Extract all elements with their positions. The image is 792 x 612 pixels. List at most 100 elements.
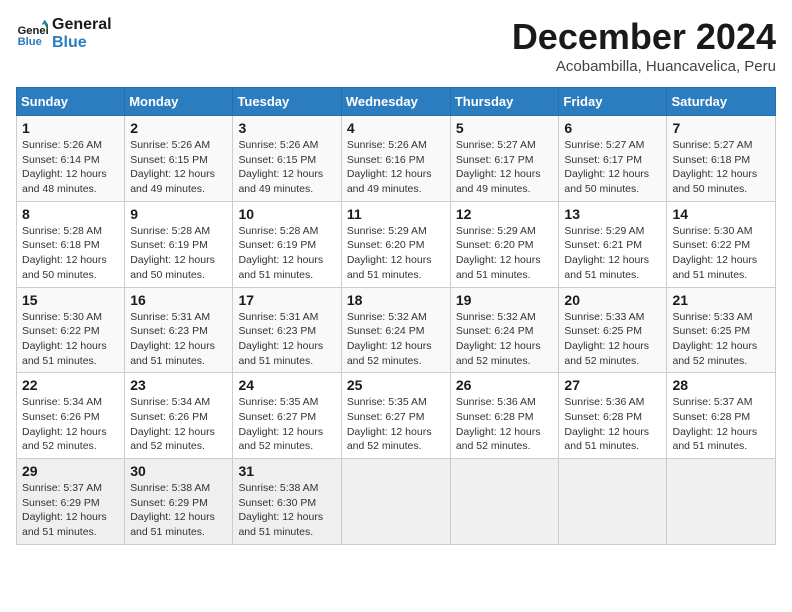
day-info: Sunrise: 5:35 AM Sunset: 6:27 PM Dayligh… [347, 395, 445, 454]
location-subtitle: Acobambilla, Huancavelica, Peru [512, 58, 776, 75]
calendar-cell: 4Sunrise: 5:26 AM Sunset: 6:16 PM Daylig… [341, 116, 450, 202]
day-number: 7 [672, 120, 770, 136]
day-info: Sunrise: 5:36 AM Sunset: 6:28 PM Dayligh… [564, 395, 661, 454]
day-info: Sunrise: 5:26 AM Sunset: 6:15 PM Dayligh… [130, 138, 227, 197]
day-number: 8 [22, 206, 119, 222]
calendar-week-5: 29Sunrise: 5:37 AM Sunset: 6:29 PM Dayli… [17, 459, 776, 545]
day-number: 18 [347, 292, 445, 308]
day-number: 13 [564, 206, 661, 222]
svg-text:Blue: Blue [18, 36, 42, 48]
calendar-cell [341, 459, 450, 545]
day-number: 3 [238, 120, 335, 136]
calendar-cell: 24Sunrise: 5:35 AM Sunset: 6:27 PM Dayli… [233, 373, 341, 459]
logo-icon: General Blue [16, 18, 48, 50]
day-info: Sunrise: 5:38 AM Sunset: 6:30 PM Dayligh… [238, 481, 335, 540]
day-number: 23 [130, 377, 227, 393]
day-number: 9 [130, 206, 227, 222]
calendar-cell: 18 Sunrise: 5:32 AM Sunset: 6:24 PM Dayli… [341, 287, 450, 373]
day-number: 12 [456, 206, 554, 222]
day-info: Sunrise: 5:33 AM Sunset: 6:25 PM Dayligh… [672, 310, 770, 369]
day-number: 1 [22, 120, 119, 136]
calendar-cell: 22Sunrise: 5:34 AM Sunset: 6:26 PM Dayli… [17, 373, 125, 459]
calendar-cell: 30 Sunrise: 5:38 AM Sunset: 6:29 PM Dayli… [125, 459, 233, 545]
day-number: 19 [456, 292, 554, 308]
day-info: Sunrise: 5:32 AM Sunset: 6:24 PM Dayligh… [347, 310, 445, 369]
calendar-table: Sunday Monday Tuesday Wednesday Thursday… [16, 87, 776, 545]
day-info: Sunrise: 5:38 AM Sunset: 6:29 PM Dayligh… [130, 481, 227, 540]
day-number: 31 [238, 463, 335, 479]
logo-line1: General [52, 16, 112, 34]
day-number: 17 [238, 292, 335, 308]
day-info: Sunrise: 5:36 AM Sunset: 6:28 PM Dayligh… [456, 395, 554, 454]
logo-line2: Blue [52, 34, 112, 52]
calendar-cell: 3Sunrise: 5:26 AM Sunset: 6:15 PM Daylig… [233, 116, 341, 202]
day-info: Sunrise: 5:28 AM Sunset: 6:19 PM Dayligh… [130, 224, 227, 283]
calendar-cell: 13Sunrise: 5:29 AM Sunset: 6:21 PM Dayli… [559, 201, 667, 287]
calendar-cell: 7 Sunrise: 5:27 AM Sunset: 6:18 PM Daylig… [667, 116, 776, 202]
day-info: Sunrise: 5:30 AM Sunset: 6:22 PM Dayligh… [672, 224, 770, 283]
day-number: 28 [672, 377, 770, 393]
header-thursday: Thursday [450, 88, 559, 116]
calendar-cell [450, 459, 559, 545]
calendar-cell: 5 Sunrise: 5:27 AM Sunset: 6:17 PM Daylig… [450, 116, 559, 202]
calendar-cell: 21 Sunrise: 5:33 AM Sunset: 6:25 PM Dayli… [667, 287, 776, 373]
day-number: 20 [564, 292, 661, 308]
calendar-cell: 2 Sunrise: 5:26 AM Sunset: 6:15 PM Daylig… [125, 116, 233, 202]
day-number: 26 [456, 377, 554, 393]
day-info: Sunrise: 5:34 AM Sunset: 6:26 PM Dayligh… [130, 395, 227, 454]
day-number: 6 [564, 120, 661, 136]
header-saturday: Saturday [667, 88, 776, 116]
day-info: Sunrise: 5:29 AM Sunset: 6:20 PM Dayligh… [456, 224, 554, 283]
page-header: General Blue General Blue December 2024 … [16, 16, 776, 75]
day-info: Sunrise: 5:27 AM Sunset: 6:18 PM Dayligh… [672, 138, 770, 197]
calendar-cell: 27 Sunrise: 5:36 AM Sunset: 6:28 PM Dayli… [559, 373, 667, 459]
calendar-cell: 14 Sunrise: 5:30 AM Sunset: 6:22 PM Dayli… [667, 201, 776, 287]
month-title: December 2024 [512, 16, 776, 58]
calendar-cell: 16Sunrise: 5:31 AM Sunset: 6:23 PM Dayli… [125, 287, 233, 373]
calendar-week-1: 1 Sunrise: 5:26 AM Sunset: 6:14 PM Daylig… [17, 116, 776, 202]
day-number: 4 [347, 120, 445, 136]
day-number: 24 [238, 377, 335, 393]
title-block: December 2024 Acobambilla, Huancavelica,… [512, 16, 776, 75]
day-info: Sunrise: 5:34 AM Sunset: 6:26 PM Dayligh… [22, 395, 119, 454]
calendar-week-2: 8 Sunrise: 5:28 AM Sunset: 6:18 PM Daylig… [17, 201, 776, 287]
day-number: 2 [130, 120, 227, 136]
calendar-cell: 12 Sunrise: 5:29 AM Sunset: 6:20 PM Dayli… [450, 201, 559, 287]
calendar-cell: 6 Sunrise: 5:27 AM Sunset: 6:17 PM Daylig… [559, 116, 667, 202]
calendar-cell [559, 459, 667, 545]
day-info: Sunrise: 5:28 AM Sunset: 6:18 PM Dayligh… [22, 224, 119, 283]
calendar-week-4: 22Sunrise: 5:34 AM Sunset: 6:26 PM Dayli… [17, 373, 776, 459]
calendar-cell: 10 Sunrise: 5:28 AM Sunset: 6:19 PM Dayli… [233, 201, 341, 287]
day-number: 5 [456, 120, 554, 136]
header-friday: Friday [559, 88, 667, 116]
day-number: 14 [672, 206, 770, 222]
day-number: 27 [564, 377, 661, 393]
day-number: 11 [347, 206, 445, 222]
day-info: Sunrise: 5:29 AM Sunset: 6:20 PM Dayligh… [347, 224, 445, 283]
day-info: Sunrise: 5:28 AM Sunset: 6:19 PM Dayligh… [238, 224, 335, 283]
day-number: 30 [130, 463, 227, 479]
day-info: Sunrise: 5:32 AM Sunset: 6:24 PM Dayligh… [456, 310, 554, 369]
day-info: Sunrise: 5:33 AM Sunset: 6:25 PM Dayligh… [564, 310, 661, 369]
day-number: 25 [347, 377, 445, 393]
calendar-cell: 29Sunrise: 5:37 AM Sunset: 6:29 PM Dayli… [17, 459, 125, 545]
day-number: 16 [130, 292, 227, 308]
calendar-week-3: 15Sunrise: 5:30 AM Sunset: 6:22 PM Dayli… [17, 287, 776, 373]
calendar-cell: 23 Sunrise: 5:34 AM Sunset: 6:26 PM Dayli… [125, 373, 233, 459]
day-info: Sunrise: 5:27 AM Sunset: 6:17 PM Dayligh… [456, 138, 554, 197]
day-number: 10 [238, 206, 335, 222]
header-sunday: Sunday [17, 88, 125, 116]
day-number: 21 [672, 292, 770, 308]
day-info: Sunrise: 5:27 AM Sunset: 6:17 PM Dayligh… [564, 138, 661, 197]
calendar-cell: 19 Sunrise: 5:32 AM Sunset: 6:24 PM Dayli… [450, 287, 559, 373]
svg-text:General: General [18, 25, 48, 37]
calendar-cell: 1 Sunrise: 5:26 AM Sunset: 6:14 PM Daylig… [17, 116, 125, 202]
calendar-cell: 25 Sunrise: 5:35 AM Sunset: 6:27 PM Dayli… [341, 373, 450, 459]
calendar-cell: 31 Sunrise: 5:38 AM Sunset: 6:30 PM Dayli… [233, 459, 341, 545]
logo: General Blue General Blue [16, 16, 112, 52]
calendar-cell: 8 Sunrise: 5:28 AM Sunset: 6:18 PM Daylig… [17, 201, 125, 287]
calendar-cell: 17Sunrise: 5:31 AM Sunset: 6:23 PM Dayli… [233, 287, 341, 373]
day-info: Sunrise: 5:30 AM Sunset: 6:22 PM Dayligh… [22, 310, 119, 369]
header-wednesday: Wednesday [341, 88, 450, 116]
day-info: Sunrise: 5:26 AM Sunset: 6:14 PM Dayligh… [22, 138, 119, 197]
